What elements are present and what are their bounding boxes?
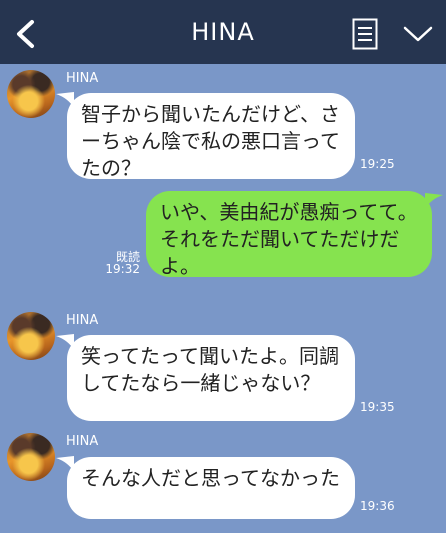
sender-name: HINA [66, 434, 99, 449]
note-button[interactable] [352, 18, 378, 50]
avatar[interactable] [7, 433, 55, 481]
message-time: 19:36 [360, 499, 395, 513]
message-bubble[interactable]: そんな人だと思ってなかった [67, 457, 355, 519]
message-text: 笑ってたって聞いたよ。同調してたなら一緒じゃない？ [81, 344, 339, 395]
avatar[interactable] [7, 70, 55, 118]
chat-header: HINA [0, 0, 446, 64]
message-time: 19:32 [105, 262, 140, 276]
message-text: そんな人だと思ってなかった [81, 466, 340, 490]
avatar[interactable] [7, 312, 55, 360]
message-text: いや、美由紀が愚痴ってて。それをただ聞いてただけだよ。 [160, 200, 418, 278]
message-bubble[interactable]: いや、美由紀が愚痴ってて。それをただ聞いてただけだよ。 [146, 191, 432, 278]
message-bubble[interactable]: 智子から聞いたんだけど、さーちゃん陰で私の悪口言ってたの？ [67, 93, 355, 180]
menu-button[interactable] [402, 22, 434, 46]
message-bubble[interactable]: 笑ってたって聞いたよ。同調してたなら一緒じゃない？ [67, 335, 355, 421]
message-time: 19:25 [360, 157, 395, 171]
message-time: 19:35 [360, 400, 395, 414]
sender-name: HINA [66, 313, 99, 328]
sender-name: HINA [66, 71, 99, 86]
note-icon [352, 18, 378, 50]
chevron-down-icon [403, 26, 433, 42]
message-text: 智子から聞いたんだけど、さーちゃん陰で私の悪口言ってたの？ [81, 102, 340, 180]
chat-title: HINA [191, 18, 255, 46]
bubble-tail [425, 193, 443, 209]
